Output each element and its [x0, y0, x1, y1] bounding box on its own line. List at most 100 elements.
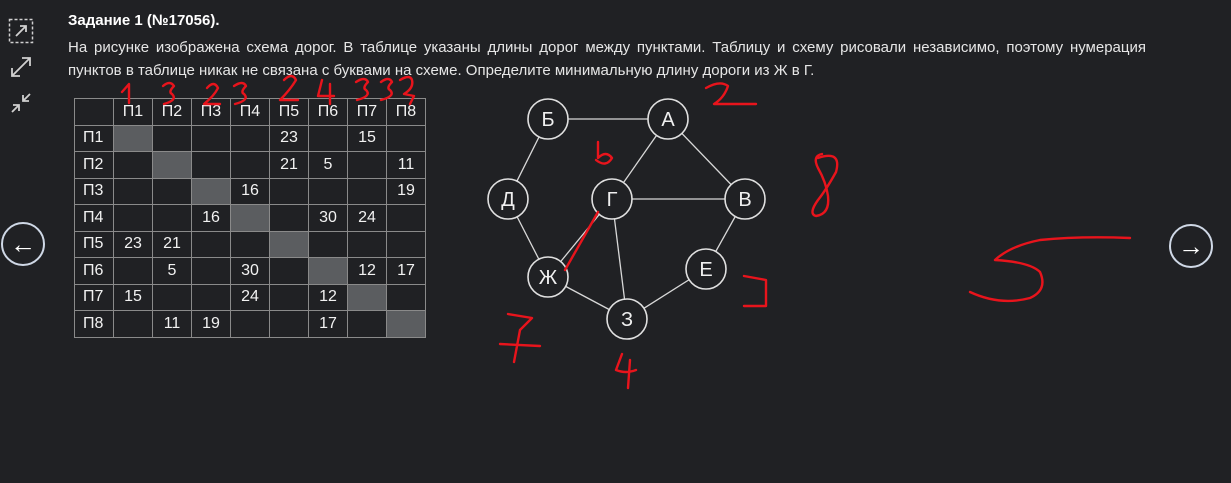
table-column-header: П2: [152, 98, 192, 126]
graph-node: Е: [685, 248, 727, 290]
table-row: П6 5 30 12 17: [74, 257, 426, 285]
table-row-header: П3: [74, 177, 114, 205]
table-cell: [269, 257, 309, 285]
table-row-header: П5: [74, 230, 114, 258]
table-cell: [152, 283, 192, 311]
table-column-header: П6: [308, 98, 348, 126]
table-cell: [191, 257, 231, 285]
table-cell: [386, 283, 426, 311]
ink-mark: [968, 236, 1132, 303]
table-cell: 11: [152, 310, 192, 338]
table-cell: 23: [269, 124, 309, 152]
table-cell: 24: [347, 204, 387, 232]
table-cell: [308, 177, 348, 205]
table-cell: [113, 204, 153, 232]
table-cell: 5: [152, 257, 192, 285]
table-cell: [347, 177, 387, 205]
table-cell: [152, 124, 192, 152]
table-row-header: П1: [74, 124, 114, 152]
table-cell: [152, 204, 192, 232]
node-label: Г: [607, 189, 618, 211]
table-cell: 12: [347, 257, 387, 285]
table-cell: [269, 177, 309, 205]
task-title: Задание 1 (№17056).: [68, 12, 220, 29]
table-cell: [191, 283, 231, 311]
table-row-header: П6: [74, 257, 114, 285]
distance-table: П1 П2 П3 П4 П5 П6 П7 П8 П1 23 15 П2 21 5 11 П3 16 19 П4 16…: [74, 98, 426, 338]
table-column-header: П1: [113, 98, 153, 126]
ink-mark: [354, 77, 370, 102]
toolbar: [8, 18, 36, 126]
table-cell: 21: [152, 230, 192, 258]
graph-node: З: [606, 298, 648, 340]
table-row-header: П4: [74, 204, 114, 232]
table-cell: [191, 124, 231, 152]
table-column-header: П3: [191, 98, 231, 126]
table-cell: [269, 283, 309, 311]
table-cell: 5: [308, 151, 348, 179]
graph-node: Ж: [527, 256, 569, 298]
graph-node: А: [647, 98, 689, 140]
table-cell: [113, 151, 153, 179]
table-cell: 11: [386, 151, 426, 179]
table-column-header: П5: [269, 98, 309, 126]
table-corner-cell: [74, 98, 114, 126]
table-row: П3 16 19: [74, 177, 426, 205]
table-cell: [386, 204, 426, 232]
graph-node: Б: [527, 98, 569, 140]
node-label: Д: [501, 189, 515, 211]
next-button[interactable]: →: [1169, 224, 1213, 268]
fullscreen-icon[interactable]: [8, 54, 34, 80]
node-label: В: [738, 189, 751, 211]
road-graph: Б А Д Г В Е Ж З: [487, 98, 766, 340]
table-row-header: П7: [74, 283, 114, 311]
collapse-icon[interactable]: [8, 90, 34, 116]
table-column-header: П7: [347, 98, 387, 126]
table-cell: 16: [191, 204, 231, 232]
table-cell: 30: [230, 257, 270, 285]
table-diagonal-cell: [191, 177, 231, 205]
graph-node: Г: [591, 178, 633, 220]
table-column-header: П8: [386, 98, 426, 126]
table-cell: [386, 124, 426, 152]
table-cell: 17: [386, 257, 426, 285]
node-label: Ж: [539, 267, 558, 289]
table-cell: [269, 204, 309, 232]
table-header-row: П1 П2 П3 П4 П5 П6 П7 П8: [74, 98, 426, 126]
expand-icon[interactable]: [8, 18, 34, 44]
node-label: Е: [699, 259, 712, 281]
table-cell: [230, 124, 270, 152]
node-label: З: [621, 309, 633, 331]
table-row: П8 11 19 17: [74, 310, 426, 338]
table-diagonal-cell: [230, 204, 270, 232]
table-cell: 16: [230, 177, 270, 205]
table-cell: [269, 310, 309, 338]
graph-node: В: [724, 178, 766, 220]
ink-mark: [379, 77, 394, 102]
node-label: Б: [541, 109, 554, 131]
table-cell: [347, 151, 387, 179]
table-cell: 19: [386, 177, 426, 205]
table-row: П7 15 24 12: [74, 283, 426, 311]
table-cell: 30: [308, 204, 348, 232]
table-cell: [230, 151, 270, 179]
table-cell: [191, 230, 231, 258]
table-cell: [386, 230, 426, 258]
table-diagonal-cell: [386, 310, 426, 338]
graph-node: Д: [487, 178, 529, 220]
table-cell: 12: [308, 283, 348, 311]
table-cell: [230, 230, 270, 258]
table-cell: [113, 177, 153, 205]
table-cell: [230, 310, 270, 338]
table-diagonal-cell: [113, 124, 153, 152]
prev-button[interactable]: ←: [1, 222, 45, 266]
table-cell: [191, 151, 231, 179]
table-cell: 15: [347, 124, 387, 152]
table-row: П4 16 30 24: [74, 204, 426, 232]
table-cell: [308, 124, 348, 152]
table-cell: [347, 310, 387, 338]
table-diagonal-cell: [308, 257, 348, 285]
table-row-header: П2: [74, 151, 114, 179]
node-label: А: [661, 109, 675, 131]
table-diagonal-cell: [347, 283, 387, 311]
